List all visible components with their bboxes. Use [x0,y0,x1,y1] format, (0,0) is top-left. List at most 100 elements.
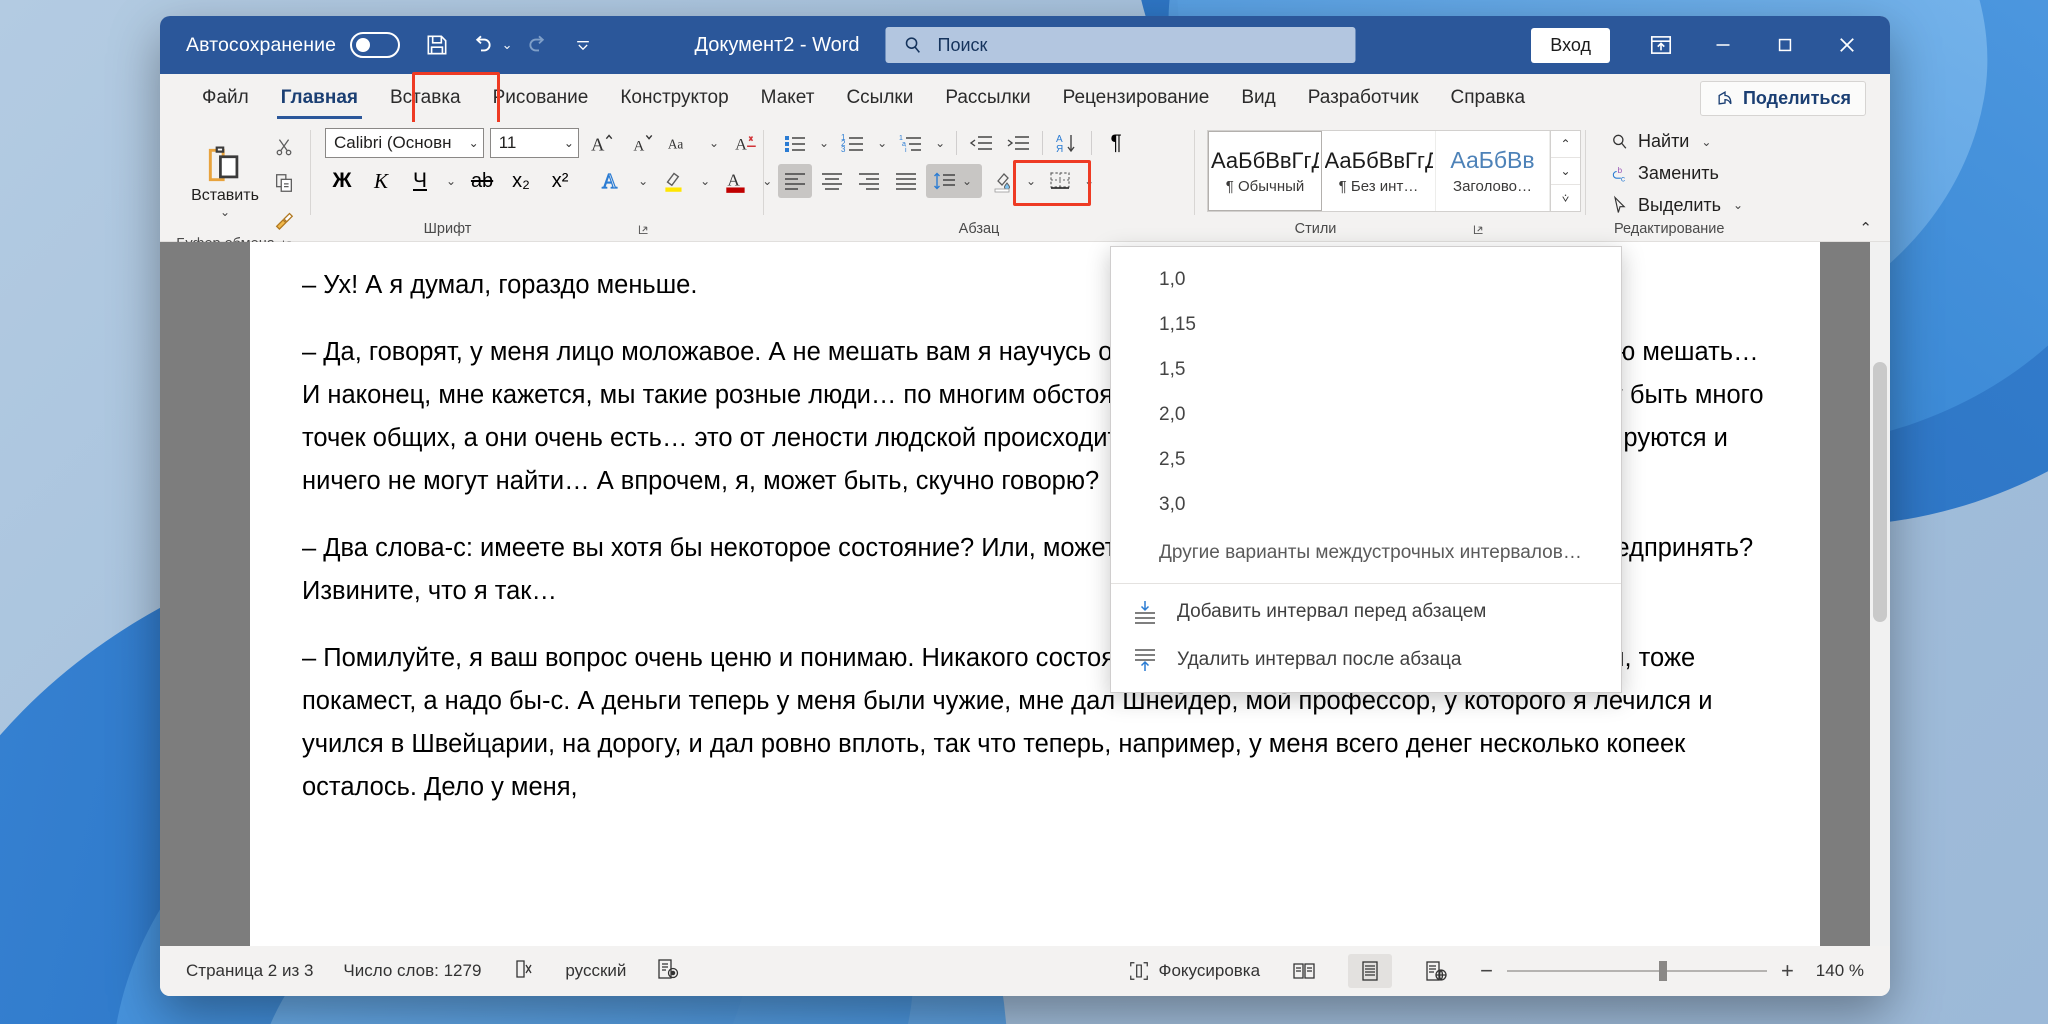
save-icon[interactable] [416,24,458,66]
align-left-button[interactable] [778,164,812,198]
share-button[interactable]: Поделиться [1700,81,1866,116]
menu-item-spacing-1-0[interactable]: 1,0 [1111,257,1621,302]
dialog-launcher-icon[interactable] [637,223,650,236]
page-info[interactable]: Страница 2 из 3 [186,961,313,981]
justify-button[interactable] [889,164,923,198]
cut-button[interactable] [267,130,301,164]
tab-review[interactable]: Рецензирование [1047,74,1226,122]
tab-insert[interactable]: Вставка [374,74,477,122]
dialog-launcher-icon[interactable] [1472,223,1485,236]
change-case-button[interactable]: Aa [665,126,699,160]
bold-button[interactable]: Ж [325,164,359,198]
menu-item-remove-space-after[interactable]: Удалить интервал после абзаца [1111,636,1621,684]
align-center-button[interactable] [815,164,849,198]
menu-item-spacing-2-0[interactable]: 2,0 [1111,392,1621,437]
text-effects-chevron-down-icon[interactable]: ⌄ [634,174,652,188]
tab-references[interactable]: Ссылки [830,74,929,122]
word-count[interactable]: Число слов: 1279 [343,961,481,981]
menu-item-spacing-2-5[interactable]: 2,5 [1111,437,1621,482]
line-spacing-button[interactable]: ⌄ [926,164,982,198]
shading-button[interactable] [985,164,1019,198]
close-icon[interactable] [1818,22,1876,68]
paste-button[interactable]: Вставить ⌄ [183,143,267,219]
borders-button[interactable] [1043,164,1077,198]
shrink-font-button[interactable]: A [625,126,659,160]
accessibility-icon[interactable] [656,957,680,986]
style-item-normal[interactable]: АаБбВвГгД ¶ Обычный [1208,131,1322,211]
undo-icon[interactable] [460,24,502,66]
menu-item-add-space-before[interactable]: Добавить интервал перед абзацем [1111,588,1621,636]
menu-item-spacing-1-15[interactable]: 1,15 [1111,302,1621,347]
font-color-button[interactable]: A [719,164,753,198]
zoom-track[interactable] [1507,970,1767,972]
document-scrollbar[interactable] [1870,242,1890,946]
paragraph-marks-button[interactable]: ¶ [1099,126,1133,160]
tab-mailings[interactable]: Рассылки [929,74,1046,122]
strikethrough-button[interactable]: ab [465,164,499,198]
styles-more-icon[interactable]: ⩒ [1551,185,1580,211]
tab-home[interactable]: Главная [265,74,374,122]
scrollbar-thumb[interactable] [1873,362,1887,622]
menu-item-spacing-1-5[interactable]: 1,5 [1111,347,1621,392]
minimize-icon[interactable] [1694,22,1752,68]
numbering-chevron-down-icon[interactable]: ⌄ [873,136,891,150]
highlight-chevron-down-icon[interactable]: ⌄ [696,174,714,188]
font-size-chevron-down-icon[interactable]: ⌄ [560,136,574,150]
font-name-chevron-down-icon[interactable]: ⌄ [465,136,479,150]
format-painter-button[interactable] [267,202,301,236]
styles-gallery[interactable]: АаБбВвГгД ¶ Обычный АаБбВвГгД ¶ Без инт…… [1207,130,1581,212]
italic-button[interactable]: К [364,164,398,198]
font-size-combobox[interactable]: 11 ⌄ [490,128,579,158]
autosave-toggle[interactable] [350,32,400,58]
zoom-out-icon[interactable]: − [1480,958,1493,984]
autosave-control[interactable]: Автосохранение [186,32,400,58]
tab-draw[interactable]: Рисование [477,74,605,122]
tab-view[interactable]: Вид [1225,74,1291,122]
multilevel-chevron-down-icon[interactable]: ⌄ [931,136,949,150]
print-layout-button[interactable] [1348,954,1392,988]
subscript-button[interactable]: x₂ [504,164,538,198]
text-effects-button[interactable]: A [595,164,629,198]
redo-icon[interactable] [518,24,560,66]
styles-scroll-chevron-up-icon[interactable]: ⌃ [1551,131,1580,158]
tab-file[interactable]: Файл [186,74,265,122]
search-input[interactable]: Поиск [886,27,1356,63]
bullet-list-button[interactable] [778,126,812,160]
numbered-list-button[interactable]: 123 [836,126,870,160]
borders-chevron-down-icon[interactable]: ⌄ [1080,174,1098,188]
align-right-button[interactable] [852,164,886,198]
multilevel-list-button[interactable]: 1ai [894,126,928,160]
shading-chevron-down-icon[interactable]: ⌄ [1022,174,1040,188]
style-item-heading1[interactable]: АаБбВв Заголово… [1436,131,1550,211]
paste-chevron-down-icon[interactable]: ⌄ [220,205,230,219]
superscript-button[interactable]: x² [543,164,577,198]
font-name-combobox[interactable]: Calibri (Основн ⌄ [325,128,484,158]
tab-help[interactable]: Справка [1435,74,1542,122]
change-case-chevron-down-icon[interactable]: ⌄ [705,136,723,150]
line-spacing-chevron-down-icon[interactable]: ⌄ [958,174,976,188]
focus-mode-button[interactable]: Фокусировка [1128,960,1261,982]
zoom-in-icon[interactable]: + [1781,958,1794,984]
sign-in-button[interactable]: Вход [1531,28,1610,63]
maximize-icon[interactable] [1756,22,1814,68]
collapse-ribbon-chevron-up-icon[interactable]: ⌃ [1859,219,1872,237]
tab-design[interactable]: Конструктор [604,74,744,122]
undo-dropdown-chevron-down-icon[interactable]: ⌄ [498,37,516,53]
zoom-slider[interactable]: − + [1480,958,1794,984]
web-layout-button[interactable] [1414,954,1458,988]
replace-button[interactable]: b c Заменить [1604,158,1816,190]
ribbon-display-options-icon[interactable] [1632,22,1690,68]
menu-item-spacing-3-0[interactable]: 3,0 [1111,482,1621,527]
language-status[interactable]: русский [565,961,626,981]
text-highlight-button[interactable] [657,164,691,198]
clear-formatting-button[interactable]: A [729,126,763,160]
tab-layout[interactable]: Макет [745,74,831,122]
find-chevron-down-icon[interactable]: ⌄ [1697,135,1715,149]
style-item-no-spacing[interactable]: АаБбВвГгД ¶ Без инт… [1322,131,1436,211]
underline-chevron-down-icon[interactable]: ⌄ [442,174,460,188]
read-mode-button[interactable] [1282,954,1326,988]
zoom-level[interactable]: 140 % [1816,961,1864,981]
increase-indent-button[interactable] [1001,126,1035,160]
tab-developer[interactable]: Разработчик [1292,74,1435,122]
select-button[interactable]: Выделить ⌄ [1604,189,1816,221]
